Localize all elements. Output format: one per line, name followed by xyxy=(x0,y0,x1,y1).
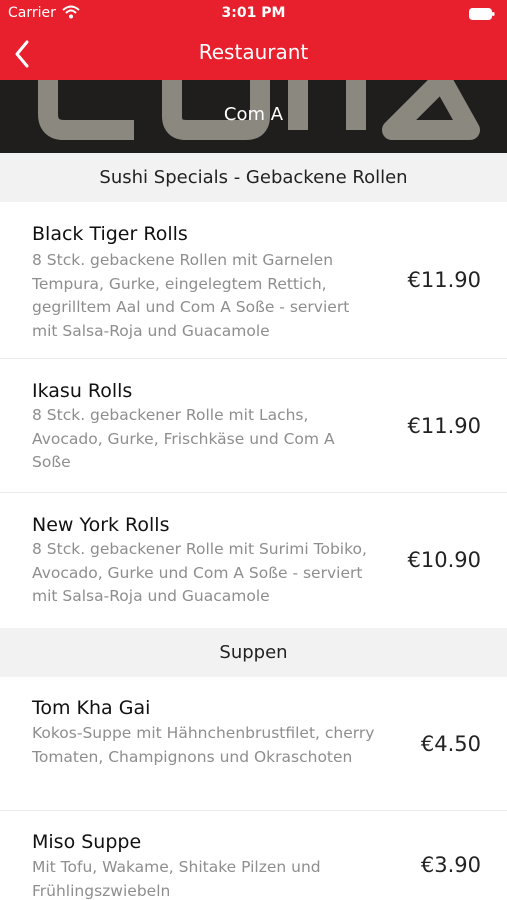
section-header: Sushi Specials - Gebackene Rollen xyxy=(0,153,507,202)
item-description: 8 Stck. gebackener Rolle mit Surimi Tobi… xyxy=(32,540,367,605)
item-price: €11.90 xyxy=(407,414,481,438)
nav-title: Restaurant xyxy=(198,40,309,64)
item-name: New York Rolls xyxy=(32,514,170,536)
item-description: 8 Stck. gebackene Rollen mit Garnelen Te… xyxy=(32,251,350,340)
menu-item-tom-kha-gai[interactable]: Tom Kha Gai Kokos-Suppe mit Hähnchenbrus… xyxy=(0,677,507,811)
menu-item-miso-suppe[interactable]: Miso Suppe Mit Tofu, Wakame, Shitake Pil… xyxy=(0,811,507,900)
status-time: 3:01 PM xyxy=(221,5,286,21)
status-bar: Carrier 3:01 PM xyxy=(0,0,507,28)
restaurant-banner: Com A xyxy=(0,80,507,153)
item-price: €11.90 xyxy=(407,268,481,292)
item-price: €10.90 xyxy=(407,548,481,572)
menu-item-black-tiger-rolls[interactable]: Black Tiger Rolls 8 Stck. gebackene Roll… xyxy=(0,202,507,359)
item-name: Miso Suppe xyxy=(32,831,142,853)
item-name: Black Tiger Rolls xyxy=(32,223,188,245)
item-price: €3.90 xyxy=(420,853,481,877)
section-header: Suppen xyxy=(0,628,507,677)
banner-title: Com A xyxy=(223,104,284,125)
item-name: Ikasu Rolls xyxy=(32,380,133,402)
menu-item-new-york-rolls[interactable]: New York Rolls 8 Stck. gebackener Rolle … xyxy=(0,493,507,628)
menu-item-ikasu-rolls[interactable]: Ikasu Rolls 8 Stck. gebackener Rolle mit… xyxy=(0,359,507,493)
battery-icon xyxy=(469,8,495,20)
item-description: Kokos-Suppe mit Hähnchenbrustfilet, cher… xyxy=(32,724,375,766)
item-description: 8 Stck. gebackener Rolle mit Lachs, Avoc… xyxy=(32,406,335,471)
item-description: Mit Tofu, Wakame, Shitake Pilzen und Frü… xyxy=(32,858,321,900)
item-name: Tom Kha Gai xyxy=(32,697,151,719)
item-price: €4.50 xyxy=(420,732,481,756)
navigation-bar: Restaurant xyxy=(0,28,507,80)
